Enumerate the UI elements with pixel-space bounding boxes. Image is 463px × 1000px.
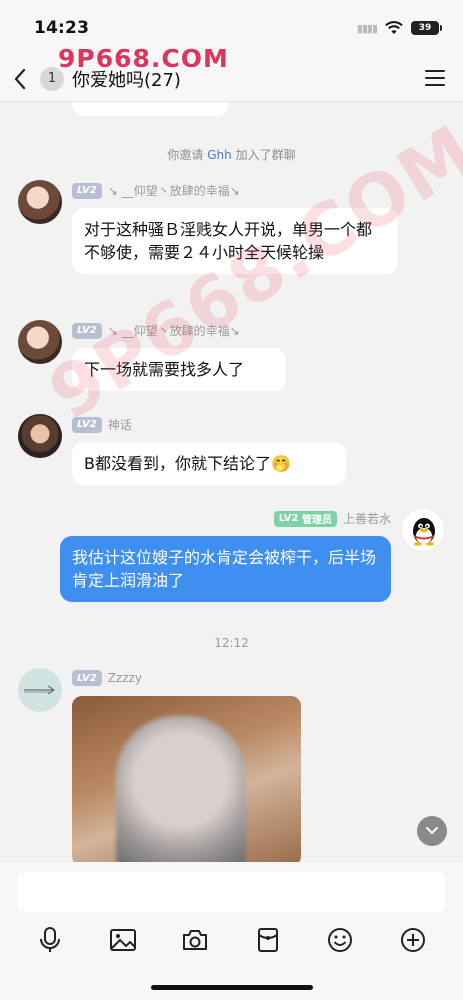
input-toolbar [0, 922, 463, 958]
sender-name[interactable]: 上善若水 [343, 510, 391, 527]
system-notice-prefix: 你邀请 [167, 148, 204, 162]
chevron-down-icon [426, 827, 438, 835]
sender-name[interactable]: 神话 [108, 416, 132, 433]
message-bubble[interactable]: B都没看到，你就下结论了🤭 [72, 442, 346, 485]
message-meta: LV2 ↘ __仰望丶放肆的幸福↘ [72, 182, 240, 199]
penguin-icon [413, 518, 435, 546]
image-icon[interactable] [105, 922, 141, 958]
input-area [0, 862, 463, 1000]
message-meta: LV2 管理员 上善若水 [273, 510, 391, 527]
message-bubble[interactable]: 下一场就需要找多人了 [72, 348, 286, 391]
role-text: 管理员 [301, 515, 332, 526]
signal-icon: ▮▮▮▮ [356, 21, 378, 35]
sender-name[interactable]: Zzzzy [108, 671, 142, 685]
level-badge: LV2 [72, 322, 102, 339]
sender-name[interactable]: ↘ __仰望丶放肆的幸福↘ [108, 322, 240, 339]
status-time: 14:23 [34, 18, 90, 38]
message-meta: LV2 神话 [72, 416, 132, 433]
avatar[interactable] [18, 414, 62, 458]
level-badge: LV2 [72, 182, 102, 199]
avatar[interactable] [18, 320, 62, 364]
red-packet-icon[interactable] [250, 922, 286, 958]
previous-message-bubble [72, 102, 228, 116]
message-list[interactable]: 你邀请 Ghh 加入了群聊 LV2 ↘ __仰望丶放肆的幸福↘ 对于这种骚Ｂ淫贱… [0, 102, 463, 862]
avatar[interactable] [18, 668, 62, 712]
emoji-icon[interactable] [322, 922, 358, 958]
chevron-left-icon [14, 68, 26, 89]
message-meta: LV2 Zzzzy [72, 670, 142, 686]
scroll-to-bottom-button[interactable] [417, 816, 447, 846]
status-icons: ▮▮▮▮ 39 [356, 21, 442, 35]
battery-icon: 39 [411, 21, 442, 35]
arrow-sketch-icon [24, 685, 55, 695]
level-badge: LV2 管理员 [273, 510, 337, 527]
microphone-icon[interactable] [32, 922, 68, 958]
plus-icon[interactable] [395, 922, 431, 958]
avatar[interactable] [401, 508, 445, 552]
level-text: LV2 [278, 513, 299, 524]
watermark-logo: 9P668.COM [58, 44, 229, 73]
sender-name[interactable]: ↘ __仰望丶放肆的幸福↘ [108, 182, 240, 199]
system-notice-suffix: 加入了群聊 [235, 148, 296, 162]
menu-icon[interactable] [425, 70, 445, 88]
system-notice-user[interactable]: Ghh [207, 148, 232, 162]
image-message[interactable] [72, 696, 301, 862]
level-badge: LV2 [72, 670, 102, 686]
camera-icon[interactable] [177, 922, 213, 958]
back-button[interactable] [0, 56, 40, 102]
message-bubble[interactable]: 对于这种骚Ｂ淫贱女人开说，单男一个都不够使，需要２４小时全天候轮操 [72, 208, 398, 274]
level-badge: LV2 [72, 416, 102, 433]
time-divider: 12:12 [214, 636, 249, 650]
image-content [116, 716, 246, 862]
avatar[interactable] [18, 180, 62, 224]
home-indicator [151, 985, 313, 990]
message-input[interactable] [18, 872, 445, 912]
message-bubble[interactable]: 我估计这位嫂子的水肯定会被榨干，后半场肯定上润滑油了 [60, 536, 391, 602]
wifi-icon [385, 21, 403, 34]
message-meta: LV2 ↘ __仰望丶放肆的幸福↘ [72, 322, 240, 339]
system-notice: 你邀请 Ghh 加入了群聊 [0, 146, 463, 163]
